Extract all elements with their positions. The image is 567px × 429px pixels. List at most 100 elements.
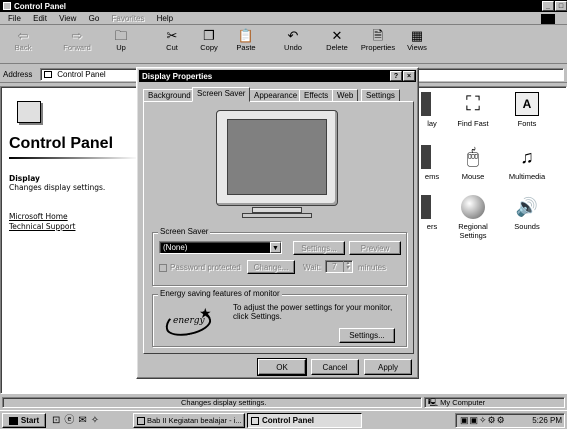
dialog-close-button[interactable]: × bbox=[403, 71, 415, 81]
menu-file[interactable]: File bbox=[8, 14, 21, 23]
task-document[interactable]: Bab II Kegiatan bealajar - i... bbox=[133, 413, 245, 428]
left-pane-divider bbox=[9, 157, 139, 159]
computer-icon: 🖳 bbox=[428, 398, 439, 407]
monitor-base bbox=[242, 213, 312, 218]
status-text: Changes display settings. bbox=[2, 397, 422, 408]
windows-flag-icon bbox=[8, 416, 18, 425]
clipboard-icon: 📋 bbox=[237, 28, 255, 43]
preview-button[interactable]: Preview bbox=[349, 241, 401, 255]
tray-icons[interactable]: ▣▣✧⚙⚙ bbox=[460, 415, 506, 426]
globe-icon bbox=[461, 195, 485, 219]
partial-icon bbox=[421, 145, 431, 169]
selected-item-desc: Changes display settings. bbox=[9, 183, 106, 192]
tab-strip: Background Screen Saver Appearance Effec… bbox=[143, 87, 414, 102]
left-pane-title: Control Panel bbox=[9, 135, 114, 152]
dialog-titlebar: Display Properties ? × bbox=[139, 70, 416, 82]
undo-button[interactable]: ↶ Undo bbox=[276, 28, 310, 53]
monitor-screen bbox=[227, 119, 327, 195]
properties-button[interactable]: 🗎 Properties bbox=[358, 28, 398, 53]
control-panel-item-find-fast[interactable]: ⛶ Find Fast bbox=[449, 92, 497, 128]
delete-x-icon: ✕ bbox=[331, 28, 343, 43]
ie-icon[interactable]: ⓔ bbox=[64, 415, 78, 426]
password-checkbox[interactable] bbox=[159, 264, 167, 272]
system-tray: ▣▣✧⚙⚙ 5:26 PM bbox=[455, 413, 565, 428]
forward-arrow-icon: ⇨ bbox=[71, 28, 83, 43]
control-panel-icon bbox=[3, 2, 11, 10]
menu-go[interactable]: Go bbox=[89, 14, 100, 23]
apply-button[interactable]: Apply bbox=[364, 359, 412, 375]
word-doc-icon bbox=[137, 416, 145, 425]
control-panel-small-icon bbox=[251, 416, 259, 425]
copy-button[interactable]: ❐ Copy bbox=[192, 29, 226, 53]
outlook-icon[interactable]: ✉ bbox=[78, 415, 90, 426]
energy-star-logo: energy ★ bbox=[162, 304, 214, 340]
menu-bar: File Edit View Go Favorites Help bbox=[0, 13, 567, 25]
screen-saver-select[interactable]: (None) ▼ bbox=[159, 241, 282, 254]
paste-button[interactable]: 📋 Paste bbox=[229, 28, 263, 53]
link-technical-support[interactable]: Technical Support bbox=[9, 222, 75, 231]
views-button[interactable]: ▦ Views bbox=[400, 28, 434, 53]
energy-group-label: Energy saving features of monitor bbox=[158, 289, 282, 298]
quick-launch: ⊡ⓔ✉✧ bbox=[52, 414, 126, 427]
mouse-icon: 🖱 bbox=[467, 146, 479, 168]
maximize-button[interactable]: □ bbox=[555, 1, 567, 11]
chevron-down-icon[interactable]: ▼ bbox=[270, 242, 281, 253]
channels-icon[interactable]: ✧ bbox=[91, 415, 103, 426]
menu-favorites[interactable]: Favorites bbox=[112, 14, 145, 23]
spinner-arrows-icon[interactable]: ▲ ▼ bbox=[343, 261, 352, 272]
control-panel-item-fonts[interactable]: A Fonts bbox=[503, 92, 551, 128]
screen-saver-group: Screen Saver (None) ▼ Settings... Previe… bbox=[152, 227, 407, 286]
speaker-icon: 🔊 bbox=[515, 197, 539, 217]
ok-button[interactable]: OK bbox=[257, 358, 307, 376]
up-folder-icon: 🗀 bbox=[114, 28, 128, 43]
energy-settings-button[interactable]: Settings... bbox=[339, 328, 395, 343]
wait-minutes-spinner[interactable]: 7 ▲ ▼ bbox=[325, 260, 353, 273]
up-button[interactable]: 🗀 Up bbox=[104, 28, 138, 53]
energy-description: To adjust the power settings for your mo… bbox=[233, 303, 393, 321]
show-desktop-icon[interactable]: ⊡ bbox=[52, 415, 64, 426]
delete-button[interactable]: ✕ Delete bbox=[320, 28, 354, 53]
control-panel-item-sounds[interactable]: 🔊 Sounds bbox=[503, 195, 551, 231]
wait-label: Wait: bbox=[303, 263, 321, 272]
forward-button[interactable]: ⇨ Forward bbox=[60, 28, 94, 53]
selected-item-name: Display bbox=[9, 174, 40, 183]
screen-saver-settings-button[interactable]: Settings... bbox=[293, 241, 345, 255]
menu-edit[interactable]: Edit bbox=[33, 14, 47, 23]
multimedia-icon: ♫ bbox=[520, 147, 534, 167]
password-label: Password protected bbox=[170, 263, 241, 272]
minimize-button[interactable]: _ bbox=[542, 1, 554, 11]
screen-saver-group-label: Screen Saver bbox=[158, 227, 211, 236]
fonts-folder-icon: A bbox=[515, 92, 539, 116]
change-password-button[interactable]: Change... bbox=[247, 260, 295, 274]
control-panel-item-regional-settings[interactable]: Regional Settings bbox=[449, 195, 497, 240]
cut-button[interactable]: ✂ Cut bbox=[155, 29, 189, 53]
control-panel-item-multimedia[interactable]: ♫ Multimedia bbox=[503, 145, 551, 181]
window-title: Control Panel bbox=[14, 1, 67, 11]
cancel-button[interactable]: Cancel bbox=[311, 359, 359, 375]
energy-group: Energy saving features of monitor energy… bbox=[152, 289, 407, 347]
tab-page: Screen Saver (None) ▼ Settings... Previe… bbox=[143, 101, 414, 354]
toolbar: ⇦ Back ⇨ Forward 🗀 Up ✂ Cut ❐ Copy 📋 Paste ↶ Un… bbox=[0, 26, 567, 64]
views-grid-icon: ▦ bbox=[410, 28, 424, 43]
star-icon: ★ bbox=[199, 305, 212, 321]
properties-icon: 🗎 bbox=[372, 28, 384, 43]
back-button[interactable]: ⇦ Back bbox=[6, 29, 40, 53]
partial-icon bbox=[421, 92, 431, 116]
task-control-panel[interactable]: Control Panel bbox=[247, 413, 362, 428]
menu-help[interactable]: Help bbox=[157, 14, 173, 23]
left-pane: Control Panel Display Changes display se… bbox=[9, 97, 139, 247]
tab-screen-saver[interactable]: Screen Saver bbox=[192, 87, 251, 102]
display-properties-dialog: Display Properties ? × Background Screen… bbox=[136, 67, 419, 379]
control-panel-item-mouse[interactable]: 🖱 Mouse bbox=[449, 145, 497, 181]
start-button[interactable]: Start bbox=[2, 413, 46, 428]
dialog-title: Display Properties bbox=[142, 71, 213, 81]
help-button[interactable]: ? bbox=[390, 71, 402, 81]
windows-logo-icon bbox=[541, 14, 555, 24]
link-microsoft-home[interactable]: Microsoft Home bbox=[9, 212, 68, 221]
minutes-label: minutes bbox=[358, 263, 387, 272]
status-zone: 🖳 My Computer bbox=[424, 397, 565, 408]
address-label: Address bbox=[3, 70, 33, 79]
menu-view[interactable]: View bbox=[59, 14, 76, 23]
undo-icon: ↶ bbox=[287, 28, 299, 43]
partial-icon bbox=[421, 195, 431, 219]
